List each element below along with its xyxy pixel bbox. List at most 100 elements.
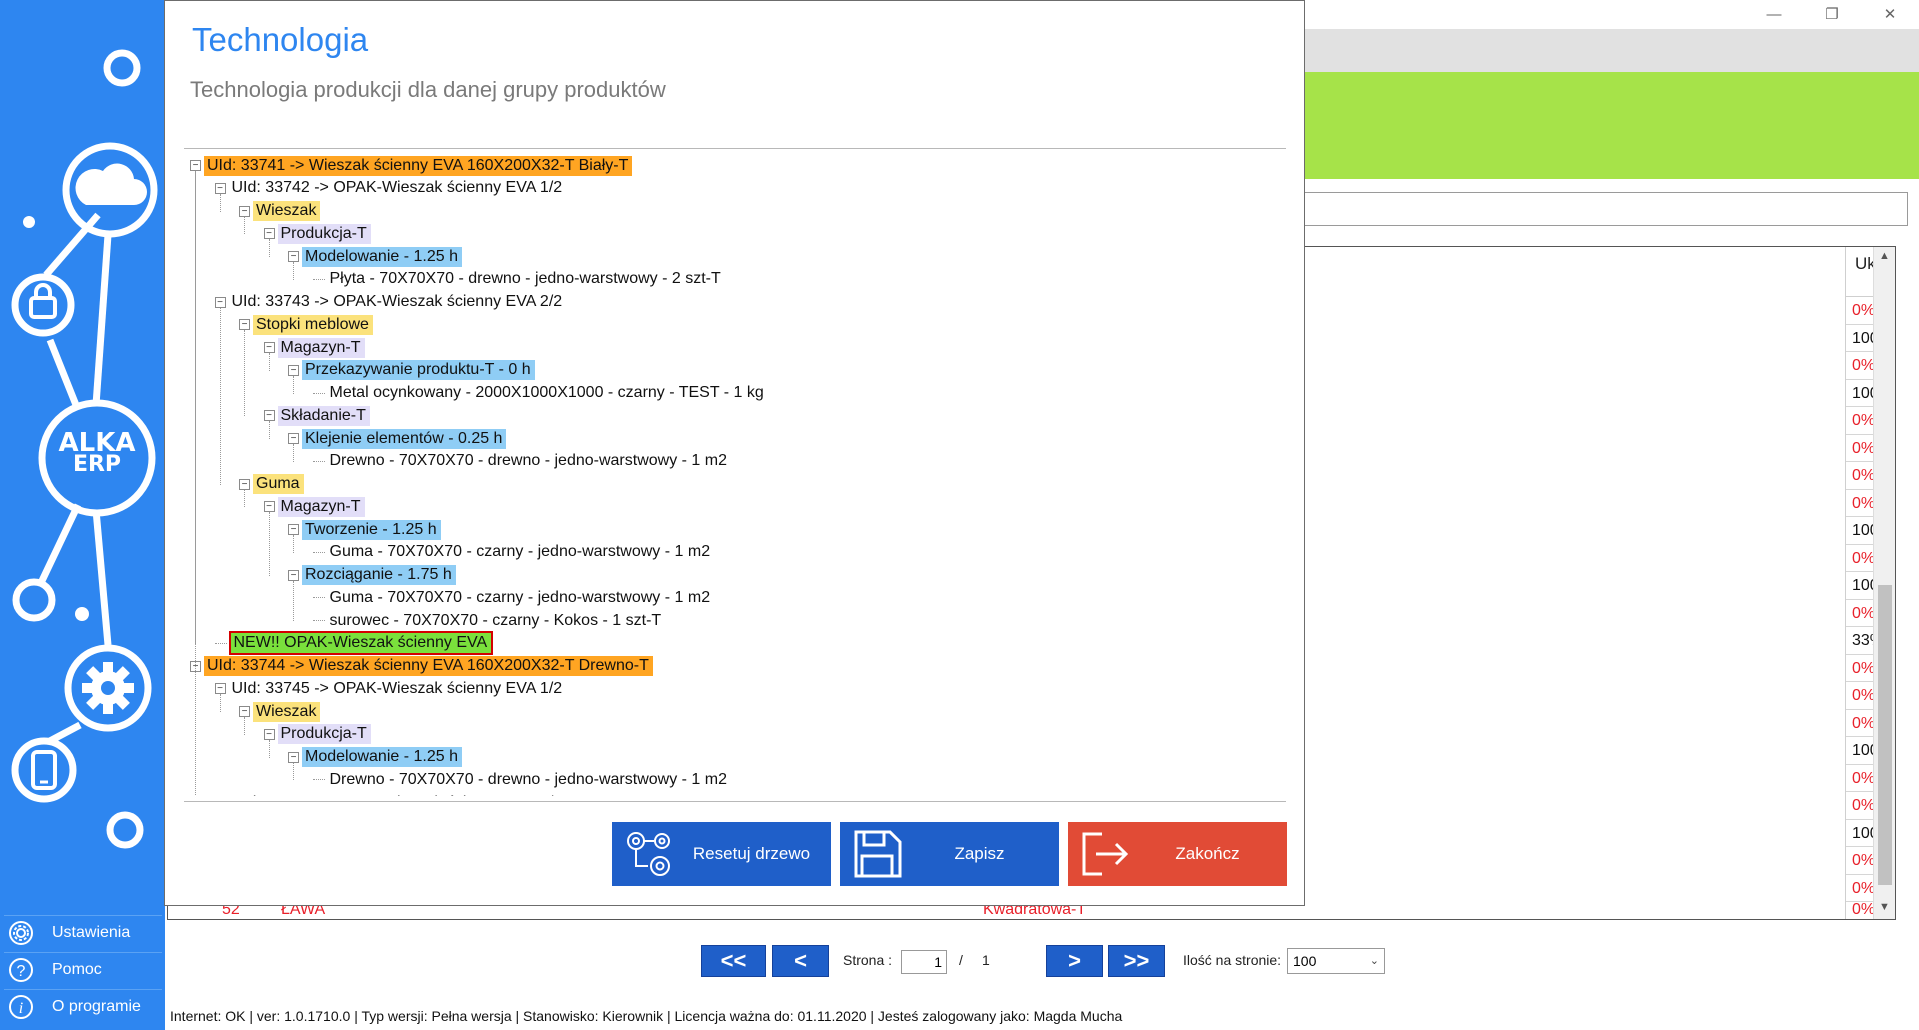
tree-connector (214, 642, 227, 644)
tree-node[interactable]: −UId: 33746 -> OPAK-Wieszak ścienny EVA … (215, 792, 567, 797)
close-button[interactable]: ✕ (1861, 0, 1919, 28)
sidebar-item-pomoc[interactable]: ? Pomoc (4, 952, 162, 987)
tree-node[interactable]: − UId: 33742 -> OPAK-Wieszak ścienny EVA … (214, 178, 567, 199)
tree-node[interactable]: − Modelowanie - 1.25 h (288, 747, 462, 768)
tree-node-label: UId: 33742 -> OPAK-Wieszak ścienny EVA 1… (231, 179, 563, 197)
tree-node[interactable]: − Wieszak (239, 701, 321, 722)
tree-node-label: Płyta - 70X70X70 - drewno - jedno-warstw… (329, 270, 721, 288)
scroll-down-icon[interactable]: ▼ (1879, 901, 1890, 913)
tree-node[interactable]: Drewno - 70X70X70 - drewno - jedno-warst… (312, 769, 732, 790)
last-page-button[interactable]: >> (1108, 945, 1165, 977)
collapse-toggle-icon[interactable]: − (263, 410, 275, 422)
page-number-input[interactable] (901, 950, 947, 974)
tree-node[interactable]: − Modelowanie - 1.25 h (288, 246, 462, 267)
tree-node[interactable]: Guma - 70X70X70 - czarny - jedno-warstwo… (312, 587, 715, 608)
sidebar-item-label: Ustawienia (52, 924, 131, 941)
collapse-toggle-icon[interactable]: − (288, 569, 299, 581)
tree-node[interactable]: Drewno - 70X70X70 - drewno - jedno-warst… (312, 451, 732, 472)
tree-node[interactable]: Guma - 70X70X70 - czarny - jedno-warstwo… (312, 542, 715, 563)
collapse-toggle-icon[interactable]: − (190, 160, 201, 171)
tree-node[interactable]: − Rozciąganie - 1.75 h (288, 565, 456, 586)
exit-label: Zakończ (1175, 844, 1240, 863)
collapse-toggle-icon[interactable]: − (288, 364, 299, 376)
tree-node[interactable]: Metal ocynkowany - 2000X1000X1000 - czar… (312, 383, 768, 404)
collapse-toggle-icon[interactable]: − (239, 205, 250, 217)
collapse-toggle-icon[interactable]: − (239, 319, 250, 331)
next-page-button[interactable]: > (1046, 945, 1103, 977)
page-label: Strona : (843, 952, 893, 968)
exit-button[interactable]: Zakończ (1068, 822, 1287, 886)
divider (184, 801, 1286, 802)
double-chevron-left-icon: << (720, 948, 747, 973)
tree-node[interactable]: − Magazyn-T (263, 496, 365, 517)
collapse-toggle-icon[interactable]: − (263, 228, 275, 240)
sidebar-item-ustawienia[interactable]: Ustawienia (4, 915, 162, 950)
per-page-value: 100 (1293, 953, 1317, 969)
save-button[interactable]: Zapisz (840, 822, 1059, 886)
tree-node[interactable]: Płyta - 70X70X70 - drewno - jedno-warstw… (312, 269, 725, 290)
collapse-toggle-icon[interactable]: − (214, 182, 226, 194)
tree-node[interactable]: − UId: 33743 -> OPAK-Wieszak ścienny EVA … (214, 292, 567, 313)
tree-connector (312, 278, 325, 280)
tree-connector (293, 535, 294, 553)
floppy-disk-icon (854, 830, 902, 878)
collapse-toggle-icon[interactable]: − (239, 706, 250, 717)
tree-node-label: UId: 33746 -> OPAK-Wieszak ścienny EVA 2… (229, 793, 567, 797)
chevron-down-icon: ⌄ (1369, 955, 1379, 967)
collapse-toggle-icon[interactable]: − (263, 728, 275, 740)
sidebar-item-label: Pomoc (52, 961, 102, 978)
collapse-toggle-icon[interactable]: − (263, 342, 275, 353)
collapse-toggle-icon[interactable]: − (239, 478, 250, 490)
collapse-toggle-icon[interactable]: − (288, 251, 299, 262)
per-page-select[interactable]: 100 ⌄ (1287, 948, 1385, 974)
collapse-toggle-icon[interactable]: − (263, 501, 275, 513)
reset-tree-button[interactable]: Resetuj drzewo (612, 822, 831, 886)
restore-icon: ❐ (1825, 6, 1839, 23)
collapse-toggle-icon[interactable]: − (288, 751, 299, 763)
collapse-toggle-icon[interactable]: − (214, 683, 226, 695)
prev-page-button[interactable]: < (772, 945, 829, 977)
tree-node-label: Przekazywanie produktu-T - 0 h (302, 360, 535, 381)
filter-input[interactable] (1290, 192, 1908, 226)
collapse-toggle-icon[interactable]: − (288, 433, 299, 444)
tree-node[interactable]: − UId: 33744 -> Wieszak ścienny EVA 160X2… (190, 656, 653, 677)
scroll-up-icon[interactable]: ▲ (1879, 250, 1890, 262)
collapse-toggle-icon[interactable]: − (288, 524, 299, 535)
minimize-button[interactable]: — (1745, 0, 1803, 28)
tree-node[interactable]: − Tworzenie - 1.25 h (288, 519, 441, 540)
grid-vertical-scrollbar[interactable]: ▲ ▼ (1873, 247, 1895, 919)
tree-connector (312, 620, 325, 621)
total-pages: 1 (982, 952, 990, 968)
tree-node[interactable]: NEW!! OPAK-Wieszak ścienny EVA (214, 631, 494, 656)
restore-button[interactable]: ❐ (1803, 0, 1861, 28)
tree-node[interactable]: − Stopki meblowe (239, 314, 373, 335)
tree-node[interactable]: − UId: 33745 -> OPAK-Wieszak ścienny EVA … (214, 678, 567, 699)
info-icon: i (9, 995, 33, 1019)
tree-node[interactable]: − Przekazywanie produktu-T - 0 h (288, 360, 535, 381)
first-page-button[interactable]: << (701, 945, 766, 977)
tree-connector (219, 694, 221, 712)
dialog-title: Technologia (192, 21, 369, 58)
tree-node-label: Magazyn-T (277, 496, 365, 517)
tree-node[interactable]: − Klejenie elementów - 0.25 h (288, 428, 507, 449)
tree-node-label: UId: 33743 -> OPAK-Wieszak ścienny EVA 2… (231, 293, 563, 310)
tree-connector (293, 375, 294, 394)
tree-connector (293, 262, 294, 280)
tree-connector (268, 512, 270, 576)
technology-tree[interactable]: − UId: 33741 -> Wieszak ścienny EVA 160X2… (185, 152, 1285, 796)
tree-node-label: UId: 33744 -> Wieszak ścienny EVA 160X20… (204, 656, 653, 676)
tree-node[interactable]: − Guma (239, 474, 304, 495)
tree-node[interactable]: − UId: 33741 -> Wieszak ścienny EVA 160X2… (190, 155, 633, 176)
tree-connector (219, 307, 221, 485)
tree-node[interactable]: surowec - 70X70X70 - czarny - Kokos - 1 … (312, 610, 666, 631)
tree-node-label: Drewno - 70X70X70 - drewno - jedno-warst… (329, 452, 728, 470)
collapse-toggle-icon[interactable]: − (214, 296, 226, 308)
tree-node[interactable]: − Produkcja-T (263, 724, 371, 745)
tree-node[interactable]: − Składanie-T (263, 405, 370, 426)
tree-node[interactable]: − Magazyn-T (263, 337, 365, 358)
sidebar-item-o-programie[interactable]: i O programie (4, 989, 162, 1024)
tree-node[interactable]: − Produkcja-T (263, 223, 371, 244)
scrollbar-thumb[interactable] (1878, 585, 1892, 885)
tree-node-label: Stopki meblowe (253, 314, 373, 335)
tree-node[interactable]: − Wieszak (239, 201, 321, 222)
